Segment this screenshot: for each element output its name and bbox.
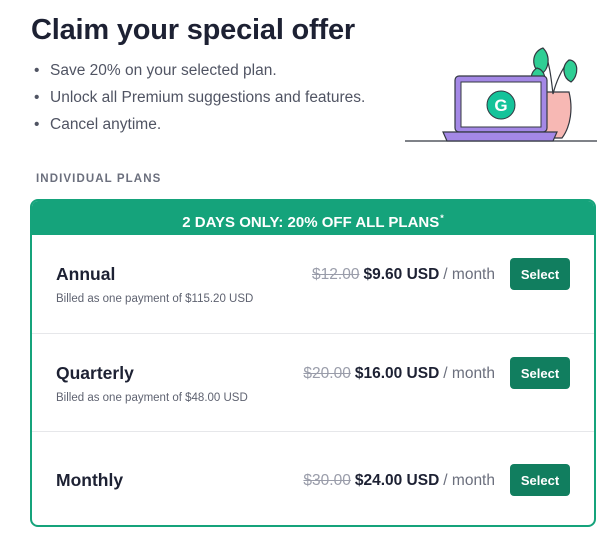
logo-letter: G: [494, 96, 507, 115]
plans-card: 2 DAYS ONLY: 20% OFF ALL PLANS* Annual B…: [30, 199, 596, 527]
plan-price: $12.00 $9.60 USD / month: [312, 266, 495, 284]
select-monthly-button[interactable]: Select: [510, 464, 570, 496]
plan-row-annual: Annual Billed as one payment of $115.20 …: [32, 235, 594, 333]
price-period: / month: [443, 365, 495, 382]
old-price: $20.00: [303, 365, 351, 382]
promo-text: 2 DAYS ONLY: 20% OFF ALL PLANS: [182, 214, 440, 231]
benefits-list: • Save 20% on your selected plan. • Unlock…: [34, 62, 365, 143]
bullet-dot: •: [34, 116, 40, 133]
plan-row-monthly: Monthly $30.00 $24.00 USD / month Select: [32, 431, 594, 525]
grammarly-logo-icon: G: [486, 90, 516, 120]
new-price: $9.60 USD: [363, 266, 440, 283]
benefit-text: Cancel anytime.: [50, 116, 162, 133]
benefit-item: • Unlock all Premium suggestions and feat…: [34, 89, 365, 116]
page-title: Claim your special offer: [31, 14, 355, 46]
select-quarterly-button[interactable]: Select: [510, 357, 570, 389]
price-period: / month: [443, 266, 495, 283]
promo-banner: 2 DAYS ONLY: 20% OFF ALL PLANS*: [32, 201, 594, 235]
old-price: $30.00: [303, 472, 351, 489]
plan-price: $30.00 $24.00 USD / month: [303, 472, 495, 490]
bullet-dot: •: [34, 62, 40, 79]
new-price: $24.00 USD: [354, 472, 440, 489]
bullet-dot: •: [34, 89, 40, 106]
laptop-with-plant-illustration: G: [405, 47, 597, 142]
new-price: $16.00 USD: [354, 365, 440, 382]
benefit-text: Save 20% on your selected plan.: [50, 62, 277, 79]
plan-row-quarterly: Quarterly Billed as one payment of $48.0…: [32, 333, 594, 432]
price-period: / month: [443, 472, 495, 489]
plan-billing-note: Billed as one payment of $48.00 USD: [56, 392, 248, 404]
plan-price: $20.00 $16.00 USD / month: [303, 365, 495, 383]
plan-name: Quarterly: [56, 363, 134, 383]
plan-name: Annual: [56, 264, 116, 284]
section-label: INDIVIDUAL PLANS: [36, 173, 162, 185]
benefit-item: • Save 20% on your selected plan.: [34, 62, 365, 89]
footnote-mark: *: [440, 213, 444, 223]
benefit-item: • Cancel anytime.: [34, 116, 365, 143]
select-annual-button[interactable]: Select: [510, 258, 570, 290]
plan-billing-note: Billed as one payment of $115.20 USD: [56, 293, 254, 305]
old-price: $12.00: [312, 266, 360, 283]
plan-name: Monthly: [56, 470, 124, 490]
benefit-text: Unlock all Premium suggestions and featu…: [50, 89, 366, 106]
